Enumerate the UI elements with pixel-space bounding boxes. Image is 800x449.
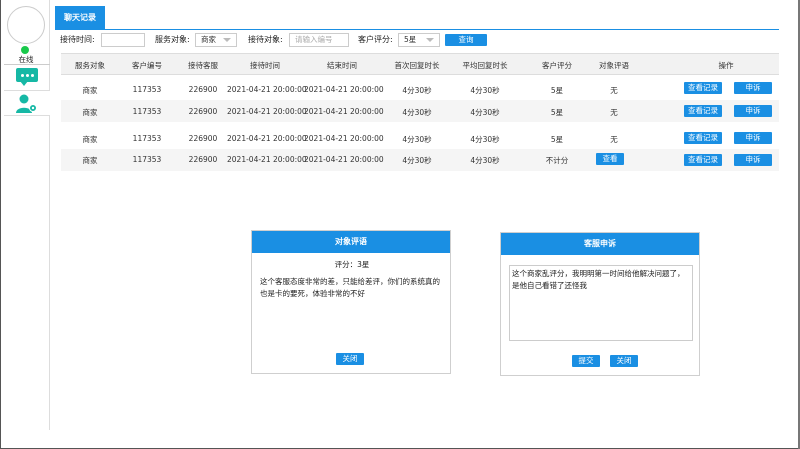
cell-customer-id: 117353 (132, 155, 162, 164)
cell-comment: 无 (610, 108, 618, 117)
rating-value: 5星 (404, 35, 417, 44)
rating-select[interactable]: 5星 (398, 33, 440, 47)
chat-icon[interactable] (16, 68, 38, 86)
appeal-textarea[interactable]: 这个商家乱评分，我明明第一时间给他解决问题了，是他自己看错了还怪我 (509, 265, 693, 341)
cell-end-time: 2021-04-21 20:00:00 (304, 134, 384, 143)
view-history-button[interactable]: 查看记录 (684, 82, 722, 94)
cell-first-reply: 4分30秒 (402, 108, 432, 117)
cell-rating: 5星 (550, 86, 564, 95)
cell-avg-reply: 4分30秒 (470, 108, 500, 117)
window-frame-left (0, 0, 1, 449)
appeal-dialog-title: 客服申诉 (501, 233, 699, 255)
rating-label: 客户评分: (358, 35, 393, 44)
service-target-value: 商家 (201, 35, 216, 44)
reception-time-label: 接待时间: (60, 35, 95, 44)
chevron-down-icon (426, 38, 434, 42)
appeal-button[interactable]: 申诉 (734, 154, 772, 166)
appeal-close-button[interactable]: 关闭 (610, 355, 638, 367)
sidebar-item-user-settings[interactable] (4, 90, 50, 116)
service-target-select[interactable]: 商家 (195, 33, 237, 47)
view-comment-button[interactable]: 查看 (596, 153, 624, 165)
column-header: 服务对象 (75, 61, 105, 70)
column-header: 平均回复时长 (462, 61, 508, 70)
column-header: 客户编号 (132, 61, 162, 70)
cell-rating: 5星 (550, 135, 564, 144)
cell-avg-reply: 4分30秒 (470, 156, 500, 165)
sidebar: 在线 (2, 0, 50, 430)
cell-start-time: 2021-04-21 20:00:00 (227, 85, 307, 94)
cell-start-time: 2021-04-21 20:00:00 (227, 134, 307, 143)
review-dialog: 对象评语 评分：3星 这个客服态度非常的差，只能给差评，你们的系统真的也是卡的要… (251, 230, 451, 374)
view-history-button[interactable]: 查看记录 (684, 154, 722, 166)
cell-avg-reply: 4分30秒 (470, 86, 500, 95)
appeal-text: 这个商家乱评分，我明明第一时间给他解决问题了，是他自己看错了还怪我 (512, 269, 685, 290)
sidebar-divider (4, 64, 50, 65)
user-status: 在线 (5, 6, 49, 64)
cell-rating: 不计分 (545, 156, 569, 165)
cell-first-reply: 4分30秒 (402, 86, 432, 95)
column-header: 客户评分 (542, 61, 572, 70)
cell-agent: 226900 (188, 134, 218, 143)
column-header: 结束时间 (327, 61, 357, 70)
column-header: 对象评语 (599, 61, 629, 70)
chevron-down-icon (223, 38, 231, 42)
column-header: 接待时间 (250, 61, 280, 70)
cell-comment: 无 (610, 135, 618, 144)
column-header: 操作 (718, 61, 734, 70)
review-text: 这个客服态度非常的差，只能给差评，你们的系统真的也是卡的要死，体验非常的不好 (260, 277, 440, 298)
view-history-button[interactable]: 查看记录 (684, 105, 722, 117)
table-row: 商家 117353 226900 2021-04-21 20:00:00 202… (61, 149, 779, 171)
online-status-dot (21, 46, 29, 54)
cell-customer-id: 117353 (132, 85, 162, 94)
cell-rating: 5星 (550, 108, 564, 117)
cell-customer-id: 117353 (132, 107, 162, 116)
cell-target: 商家 (82, 86, 98, 95)
cell-end-time: 2021-04-21 20:00:00 (304, 155, 384, 164)
table-row: 商家 117353 226900 2021-04-21 20:00:00 202… (61, 78, 779, 100)
cell-end-time: 2021-04-21 20:00:00 (304, 107, 384, 116)
cell-comment: 无 (610, 86, 618, 95)
column-header: 首次回复时长 (394, 61, 440, 70)
appeal-submit-button[interactable]: 提交 (572, 355, 600, 367)
tab-underline (55, 29, 779, 30)
reception-time-input[interactable] (101, 33, 145, 47)
cell-start-time: 2021-04-21 20:00:00 (227, 107, 307, 116)
cell-agent: 226900 (188, 107, 218, 116)
review-dialog-title: 对象评语 (252, 231, 450, 253)
cell-customer-id: 117353 (132, 134, 162, 143)
cell-first-reply: 4分30秒 (402, 156, 432, 165)
service-target-label: 服务对象: (155, 35, 190, 44)
appeal-button[interactable]: 申诉 (734, 132, 772, 144)
view-history-button[interactable]: 查看记录 (684, 132, 722, 144)
cell-avg-reply: 4分30秒 (470, 135, 500, 144)
avatar[interactable] (7, 6, 45, 44)
reception-target-label: 接待对象: (248, 35, 283, 44)
table-row: 商家 117353 226900 2021-04-21 20:00:00 202… (61, 100, 779, 122)
table-row: 商家 117353 226900 2021-04-21 20:00:00 202… (61, 127, 779, 149)
cell-agent: 226900 (188, 155, 218, 164)
cell-target: 商家 (82, 156, 98, 165)
cell-target: 商家 (82, 135, 98, 144)
review-score: 评分：3星 (334, 260, 370, 269)
review-close-button[interactable]: 关闭 (336, 353, 364, 365)
cell-target: 商家 (82, 108, 98, 117)
query-button[interactable]: 查询 (445, 34, 487, 46)
user-settings-icon (16, 94, 37, 113)
appeal-button[interactable]: 申诉 (734, 82, 772, 94)
table-header: 服务对象 客户编号 接待客服 接待时间 结束时间 首次回复时长 平均回复时长 客… (61, 53, 779, 75)
cell-first-reply: 4分30秒 (402, 135, 432, 144)
cell-end-time: 2021-04-21 20:00:00 (304, 85, 384, 94)
column-header: 接待客服 (188, 61, 218, 70)
cell-agent: 226900 (188, 85, 218, 94)
reception-target-input[interactable]: 请输入编号 (289, 33, 349, 47)
appeal-dialog: 客服申诉 这个商家乱评分，我明明第一时间给他解决问题了，是他自己看错了还怪我 提… (500, 232, 700, 376)
tab-chat-records[interactable]: 聊天记录 (55, 6, 105, 29)
appeal-button[interactable]: 申诉 (734, 105, 772, 117)
cell-start-time: 2021-04-21 20:00:00 (227, 155, 307, 164)
